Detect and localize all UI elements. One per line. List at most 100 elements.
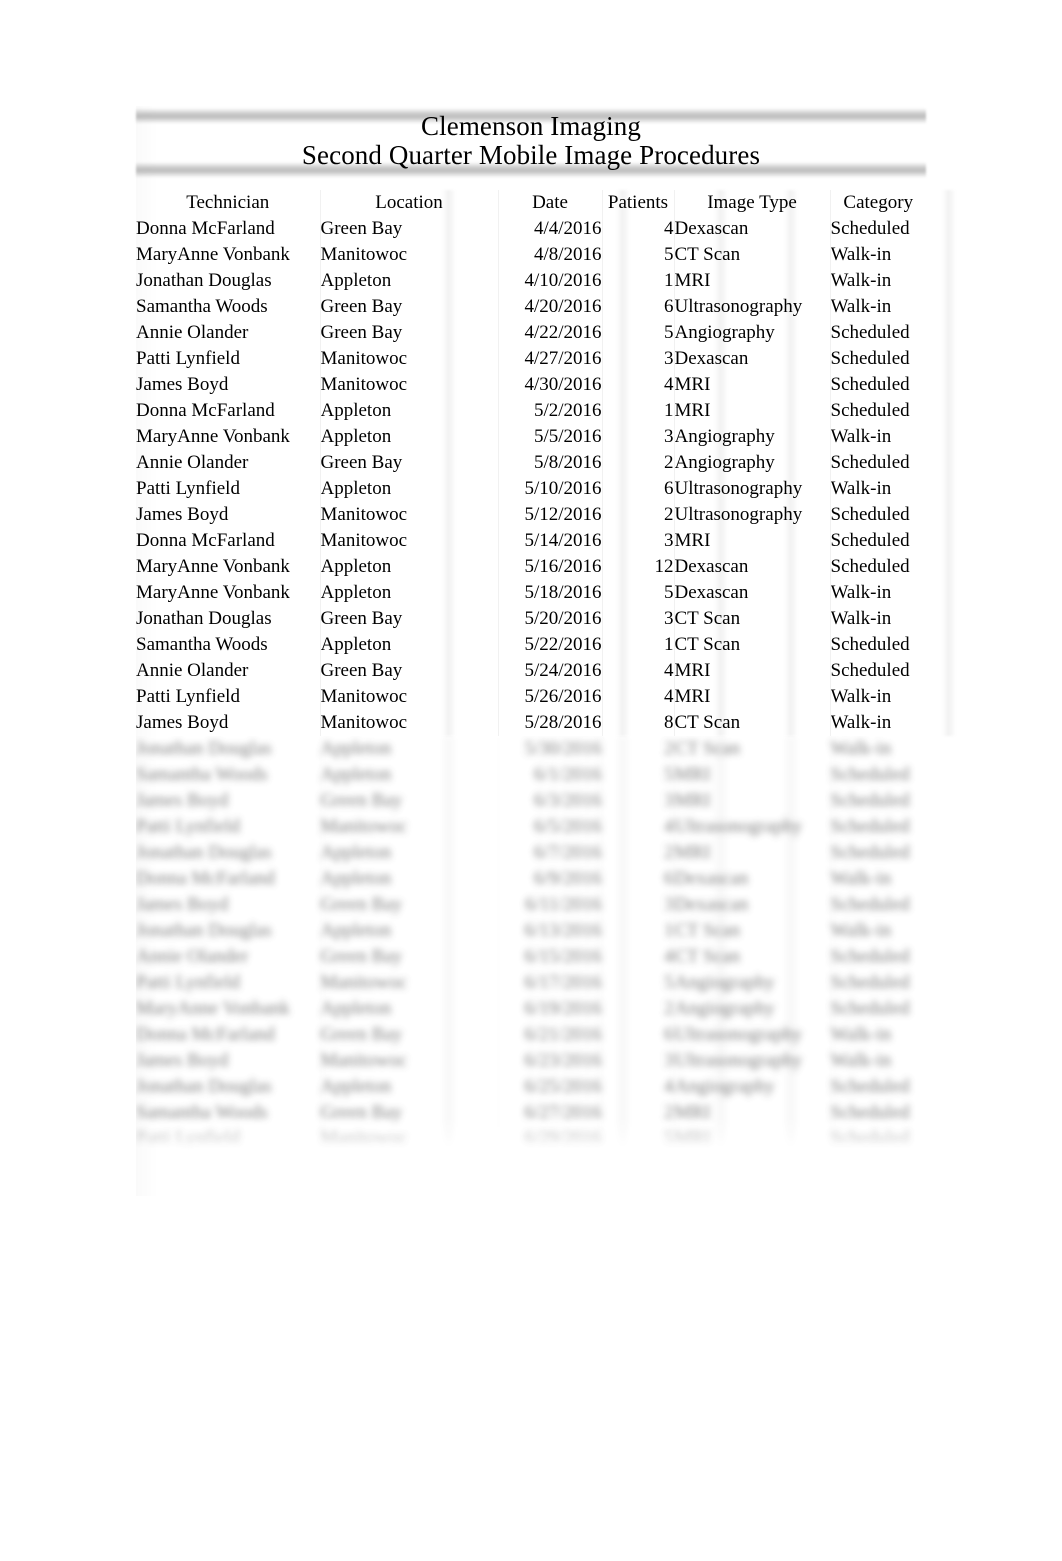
cell-category[interactable]: Scheduled (829, 554, 926, 580)
cell-technician[interactable]: Donna McFarland (136, 1022, 320, 1048)
table-row[interactable]: Samantha Woods Green Bay 4/20/2016 6 Ultraso… (136, 294, 926, 320)
column-header-image-type[interactable]: Image Type (673, 190, 830, 216)
table-row[interactable]: MaryAnne Vonbank Appleton 5/18/2016 5 Dexasc… (136, 580, 926, 606)
cell-category[interactable]: Scheduled (829, 762, 926, 788)
cell-patients[interactable]: 4 (601, 684, 674, 710)
table-row[interactable]: Samantha Woods Appleton 5/22/2016 1 CT Scan S… (136, 632, 926, 658)
table-row-blurred[interactable]: Annie Olander Green Bay 6/15/2016 4 CT Scan S… (136, 944, 926, 970)
cell-image-type[interactable]: MRI (673, 528, 830, 554)
cell-technician[interactable]: Jonathan Douglas (136, 918, 320, 944)
cell-patients[interactable]: 6 (601, 1022, 674, 1048)
cell-category[interactable]: Scheduled (829, 840, 926, 866)
cell-date[interactable]: 6/17/2016 (497, 970, 602, 996)
column-header-technician[interactable]: Technician (136, 190, 320, 216)
cell-patients[interactable]: 4 (601, 658, 674, 684)
cell-image-type[interactable]: Ultrasonography (673, 1048, 830, 1074)
cell-category[interactable]: Scheduled (829, 632, 926, 658)
cell-technician[interactable]: Patti Lynfield (136, 970, 320, 996)
cell-patients[interactable]: 1 (601, 918, 674, 944)
cell-patients[interactable]: 4 (601, 944, 674, 970)
cell-patients[interactable]: 2 (601, 1100, 674, 1126)
cell-location[interactable]: Appleton (319, 554, 498, 580)
cell-technician[interactable]: MaryAnne Vonbank (136, 580, 320, 606)
cell-category[interactable]: Scheduled (829, 320, 926, 346)
cell-category[interactable]: Scheduled (829, 216, 926, 242)
cell-date[interactable]: 6/29/2016 (497, 1126, 602, 1152)
column-header-patients[interactable]: Patients (601, 190, 674, 216)
table-row[interactable]: Patti Lynfield Manitowoc 4/27/2016 3 Dexasca… (136, 346, 926, 372)
cell-location[interactable]: Manitowoc (319, 814, 498, 840)
cell-technician[interactable]: MaryAnne Vonbank (136, 996, 320, 1022)
table-row[interactable]: James Boyd Manitowoc 5/12/2016 2 Ultrasonogr… (136, 502, 926, 528)
cell-patients[interactable]: 6 (601, 294, 674, 320)
cell-date[interactable]: 4/4/2016 (497, 216, 602, 242)
cell-category[interactable]: Walk-in (829, 476, 926, 502)
table-row-blurred[interactable]: Jonathan Douglas Appleton 6/13/2016 1 CT Sca… (136, 918, 926, 944)
cell-location[interactable]: Green Bay (319, 658, 498, 684)
cell-image-type[interactable]: CT Scan (673, 944, 830, 970)
cell-category[interactable]: Scheduled (829, 1126, 926, 1152)
cell-patients[interactable]: 3 (601, 528, 674, 554)
cell-category[interactable]: Walk-in (829, 424, 926, 450)
cell-location[interactable]: Manitowoc (319, 970, 498, 996)
cell-date[interactable]: 6/11/2016 (497, 892, 602, 918)
cell-date[interactable]: 6/5/2016 (497, 814, 602, 840)
cell-image-type[interactable]: Dexascan (673, 346, 830, 372)
cell-category[interactable]: Walk-in (829, 866, 926, 892)
table-row[interactable]: Jonathan Douglas Appleton 4/10/2016 1 MRI Wal… (136, 268, 926, 294)
cell-image-type[interactable]: Angiography (673, 970, 830, 996)
cell-date[interactable]: 6/19/2016 (497, 996, 602, 1022)
cell-technician[interactable]: Samantha Woods (136, 294, 320, 320)
cell-category[interactable]: Scheduled (829, 1074, 926, 1100)
cell-image-type[interactable]: Angiography (673, 996, 830, 1022)
cell-patients[interactable]: 1 (601, 268, 674, 294)
cell-technician[interactable]: MaryAnne Vonbank (136, 424, 320, 450)
cell-image-type[interactable]: Ultrasonography (673, 814, 830, 840)
cell-patients[interactable]: 2 (601, 736, 674, 762)
cell-technician[interactable]: Patti Lynfield (136, 684, 320, 710)
cell-technician[interactable]: Patti Lynfield (136, 814, 320, 840)
cell-location[interactable]: Appleton (319, 580, 498, 606)
cell-patients[interactable]: 5 (601, 762, 674, 788)
table-row[interactable]: MaryAnne Vonbank Manitowoc 4/8/2016 5 CT Sca… (136, 242, 926, 268)
cell-image-type[interactable]: Dexascan (673, 892, 830, 918)
cell-category[interactable]: Scheduled (829, 528, 926, 554)
cell-image-type[interactable]: CT Scan (673, 606, 830, 632)
cell-date[interactable]: 6/25/2016 (497, 1074, 602, 1100)
cell-patients[interactable]: 3 (601, 892, 674, 918)
cell-category[interactable]: Walk-in (829, 918, 926, 944)
cell-location[interactable]: Green Bay (319, 1100, 498, 1126)
cell-technician[interactable]: Donna McFarland (136, 216, 320, 242)
cell-date[interactable]: 6/9/2016 (497, 866, 602, 892)
cell-location[interactable]: Appleton (319, 840, 498, 866)
cell-image-type[interactable]: MRI (673, 1100, 830, 1126)
cell-location[interactable]: Manitowoc (319, 1048, 498, 1074)
cell-technician[interactable]: Donna McFarland (136, 398, 320, 424)
cell-date[interactable]: 5/10/2016 (497, 476, 602, 502)
cell-date[interactable]: 6/15/2016 (497, 944, 602, 970)
cell-date[interactable]: 5/5/2016 (497, 424, 602, 450)
table-row[interactable]: Jonathan Douglas Green Bay 5/20/2016 3 CT Sc… (136, 606, 926, 632)
cell-patients[interactable]: 2 (601, 450, 674, 476)
cell-category[interactable]: Scheduled (829, 788, 926, 814)
cell-location[interactable]: Green Bay (319, 788, 498, 814)
cell-technician[interactable]: Samantha Woods (136, 762, 320, 788)
table-row[interactable]: MaryAnne Vonbank Appleton 5/16/2016 12 Dexas… (136, 554, 926, 580)
table-row[interactable]: Donna McFarland Green Bay 4/4/2016 4 Dexasca… (136, 216, 926, 242)
table-row-blurred[interactable]: Patti Lynfield Manitowoc 6/29/2016 5 MRI Sche… (136, 1126, 926, 1152)
cell-image-type[interactable]: Angiography (673, 1074, 830, 1100)
cell-date[interactable]: 5/8/2016 (497, 450, 602, 476)
cell-category[interactable]: Scheduled (829, 1100, 926, 1126)
cell-date[interactable]: 4/8/2016 (497, 242, 602, 268)
cell-patients[interactable]: 5 (601, 580, 674, 606)
cell-image-type[interactable]: CT Scan (673, 242, 830, 268)
cell-patients[interactable]: 2 (601, 840, 674, 866)
cell-date[interactable]: 5/18/2016 (497, 580, 602, 606)
table-row[interactable]: James Boyd Manitowoc 4/30/2016 4 MRI Schedule… (136, 372, 926, 398)
cell-location[interactable]: Manitowoc (319, 1126, 498, 1152)
cell-date[interactable]: 5/28/2016 (497, 710, 602, 736)
cell-patients[interactable]: 1 (601, 632, 674, 658)
cell-technician[interactable]: Jonathan Douglas (136, 606, 320, 632)
cell-location[interactable]: Appleton (319, 996, 498, 1022)
cell-category[interactable]: Walk-in (829, 736, 926, 762)
